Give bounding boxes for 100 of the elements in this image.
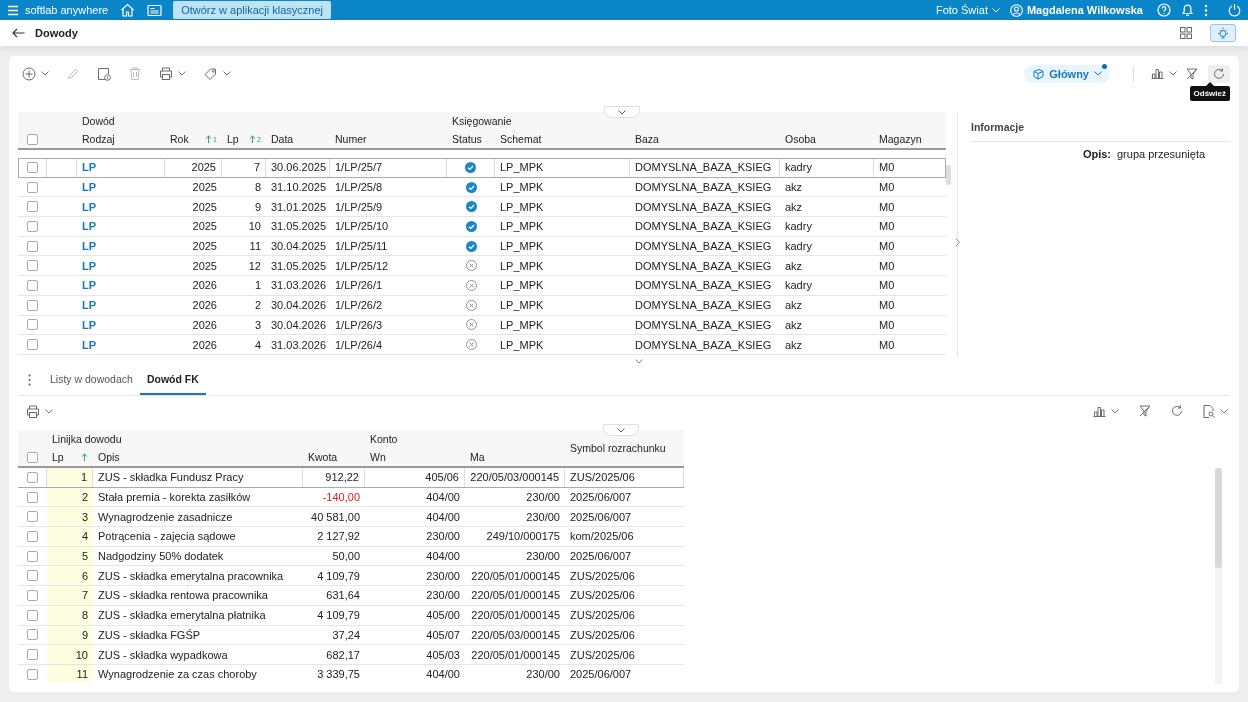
refresh-button[interactable] xyxy=(1208,64,1230,83)
document-info-icon[interactable] xyxy=(97,66,111,81)
table-cell-link[interactable]: LP xyxy=(82,240,97,253)
row-checkbox[interactable] xyxy=(27,260,38,272)
tab[interactable]: Dowód FK xyxy=(139,364,206,395)
column-header[interactable]: Lp xyxy=(227,133,239,145)
column-header[interactable]: Lp xyxy=(52,451,64,463)
preview-icon[interactable] xyxy=(1203,404,1215,418)
power-icon[interactable] xyxy=(1228,3,1241,17)
collapse-handle[interactable] xyxy=(604,106,640,118)
table-row[interactable]: 2 Stała premia - korekta zasiłków -140,00 404/00 230/00 2025/06/007 xyxy=(18,487,684,508)
row-checkbox[interactable] xyxy=(26,161,38,173)
column-header[interactable]: Magazyn xyxy=(879,133,922,145)
table-cell-link[interactable]: LP xyxy=(82,299,97,312)
select-all-checkbox[interactable] xyxy=(27,133,38,145)
row-checkbox[interactable] xyxy=(26,471,38,483)
row-checkbox[interactable] xyxy=(27,649,38,661)
company-selector[interactable]: Foto Świat xyxy=(935,4,1000,16)
open-classic-button[interactable]: Otwórz w aplikacji klasycznej xyxy=(173,1,331,19)
table-row[interactable]: LP 2026 3 30.04.2026 1/LP/26/3 LP_MPK DOMYSLNA_BAZA_KSIEG akz M0 xyxy=(18,315,946,336)
row-checkbox[interactable] xyxy=(27,279,38,291)
chart-icon[interactable] xyxy=(1151,68,1164,79)
scrollbar-thumb[interactable] xyxy=(1215,468,1222,568)
table-row[interactable]: 8 ZUS - składka emerytalna płatnika 4 109,79 405/00 220/05/01/000145 ZUS/2025/06 xyxy=(18,605,684,626)
row-checkbox[interactable] xyxy=(27,609,38,621)
row-checkbox[interactable] xyxy=(27,589,38,601)
collapse-chevron-icon[interactable] xyxy=(632,357,646,365)
column-header[interactable]: Opis xyxy=(98,451,120,463)
table-row[interactable]: LP 2026 1 31.03.2026 1/LP/26/1 LP_MPK DOMYSLNA_BAZA_KSIEG kadry M0 xyxy=(18,276,946,296)
table-row[interactable]: 3 Wynagrodzenie zasadnicze 40 581,00 404/00 230/00 2025/06/007 xyxy=(18,507,684,528)
row-checkbox[interactable] xyxy=(27,491,38,503)
layout-grid-icon[interactable] xyxy=(1180,27,1192,39)
table-cell-link[interactable]: LP xyxy=(82,318,97,331)
column-header[interactable]: Wn xyxy=(370,451,386,463)
refresh-icon[interactable] xyxy=(1171,405,1183,417)
print-icon[interactable] xyxy=(26,404,40,418)
table-cell-link[interactable]: LP xyxy=(82,338,97,351)
column-header[interactable]: Schemat xyxy=(500,133,542,145)
row-checkbox[interactable] xyxy=(27,299,38,311)
table-row[interactable]: 9 ZUS - składka FGŚP 37,24 405/07 220/05/03/000145 ZUS/2025/06 xyxy=(18,625,684,646)
view-selector[interactable]: Główny xyxy=(1024,64,1110,83)
print-icon[interactable] xyxy=(159,67,173,80)
bell-icon[interactable] xyxy=(1181,3,1194,17)
table-row[interactable]: 7 ZUS - składka rentowa pracownika 631,64 230/00 220/05/01/000145 ZUS/2025/06 xyxy=(18,586,684,606)
column-header[interactable]: Status xyxy=(452,133,482,145)
row-checkbox[interactable] xyxy=(27,629,38,641)
menu-icon[interactable] xyxy=(7,4,19,16)
column-header-cell[interactable]: Kwota xyxy=(303,448,365,468)
table-row[interactable]: LP 2025 12 31.05.2025 1/LP/25/12 LP_MPK DOMYSLNA_BAZA_KSIEG akz M0 xyxy=(18,256,946,277)
row-checkbox[interactable] xyxy=(27,319,38,331)
clear-filter-icon[interactable] xyxy=(1139,405,1151,417)
table-cell-link[interactable]: LP xyxy=(82,220,97,233)
row-checkbox[interactable] xyxy=(27,550,38,562)
clear-filter-icon[interactable] xyxy=(1186,67,1198,80)
row-checkbox[interactable] xyxy=(27,570,38,582)
table-cell-link[interactable]: LP xyxy=(82,161,97,174)
scrollbar-thumb[interactable] xyxy=(946,165,951,185)
table-row[interactable]: LP 2025 7 30.06.2025 1/LP/25/7 LP_MPK DOMYSLNA_BAZA_KSIEG kadry M0 xyxy=(18,158,946,178)
row-checkbox[interactable] xyxy=(27,668,38,680)
row-checkbox[interactable] xyxy=(27,201,38,213)
column-header[interactable]: Ma xyxy=(470,451,485,463)
row-checkbox[interactable] xyxy=(27,240,38,252)
table-row[interactable]: LP 2026 2 30.04.2026 1/LP/26/2 LP_MPK DOMYSLNA_BAZA_KSIEG akz M0 xyxy=(18,295,946,316)
tab[interactable]: Listy w dowodach xyxy=(43,364,140,395)
table-cell-link[interactable]: LP xyxy=(82,181,97,194)
table-cell-link[interactable]: LP xyxy=(82,279,97,292)
column-header[interactable]: Numer xyxy=(335,133,367,145)
column-header[interactable]: Osoba xyxy=(785,133,816,145)
tag-icon[interactable] xyxy=(204,67,218,80)
table-cell-link[interactable]: LP xyxy=(82,200,97,213)
more-icon[interactable] xyxy=(1204,3,1208,17)
table-row[interactable]: LP 2026 4 31.03.2026 1/LP/26/4 LP_MPK DOMYSLNA_BAZA_KSIEG akz M0 xyxy=(18,335,946,355)
edit-icon[interactable] xyxy=(67,67,79,80)
user-menu[interactable]: Magdalena Wilkowska xyxy=(1009,3,1143,17)
collapse-handle[interactable] xyxy=(603,424,639,436)
row-checkbox[interactable] xyxy=(27,181,38,193)
select-all-checkbox[interactable] xyxy=(27,451,38,463)
table-row[interactable]: 5 Nadgodziny 50% dodatek 50,00 404/00 230/00 2025/06/007 xyxy=(18,546,684,567)
column-header[interactable]: Data xyxy=(271,133,294,145)
column-header-cell[interactable]: Wn xyxy=(365,448,465,468)
column-header[interactable]: Symbol rozrachunku xyxy=(570,442,666,454)
column-header-cell[interactable]: Opis xyxy=(93,448,303,468)
table-row[interactable]: LP 2025 9 31.01.2025 1/LP/25/9 LP_MPK DOMYSLNA_BAZA_KSIEG akz M0 xyxy=(18,197,946,218)
chart-icon[interactable] xyxy=(1093,405,1106,417)
row-checkbox[interactable] xyxy=(27,511,38,523)
row-checkbox[interactable] xyxy=(27,339,38,351)
column-header-cell[interactable]: Ma xyxy=(465,448,565,468)
help-icon[interactable] xyxy=(1157,3,1171,17)
table-row[interactable]: LP 2025 8 31.10.2025 1/LP/25/8 LP_MPK DOMYSLNA_BAZA_KSIEG akz M0 xyxy=(18,177,946,198)
light-theme-button[interactable] xyxy=(1210,24,1236,42)
column-header[interactable]: Rodzaj xyxy=(82,133,115,145)
table-row[interactable]: LP 2025 11 30.04.2025 1/LP/25/11 LP_MPK DOMYSLNA_BAZA_KSIEG kadry M0 xyxy=(18,236,946,257)
table-row[interactable]: 1 ZUS - składka Fundusz Pracy 912,22 405/06 220/05/03/000145 ZUS/2025/06 xyxy=(18,468,684,488)
table-row[interactable]: LP 2025 10 31.05.2025 1/LP/25/10 LP_MPK DOMYSLNA_BAZA_KSIEG kadry M0 xyxy=(18,217,946,237)
column-header[interactable]: Rok xyxy=(170,133,189,145)
row-checkbox[interactable] xyxy=(27,220,38,232)
delete-icon[interactable] xyxy=(129,67,141,80)
table-row[interactable]: 6 ZUS - składka emerytalna pracownika 4 109,79 230/00 220/05/01/000145 ZUS/2025/06 xyxy=(18,566,684,587)
table-row[interactable]: 4 Potrącenia - zajęcia sądowe 2 127,92 230/00 249/10/000175 kom/2025/06 xyxy=(18,527,684,547)
table-row[interactable]: 10 ZUS - składka wypadkowa 682,17 405/03 220/05/01/000145 ZUS/2025/06 xyxy=(18,645,684,665)
